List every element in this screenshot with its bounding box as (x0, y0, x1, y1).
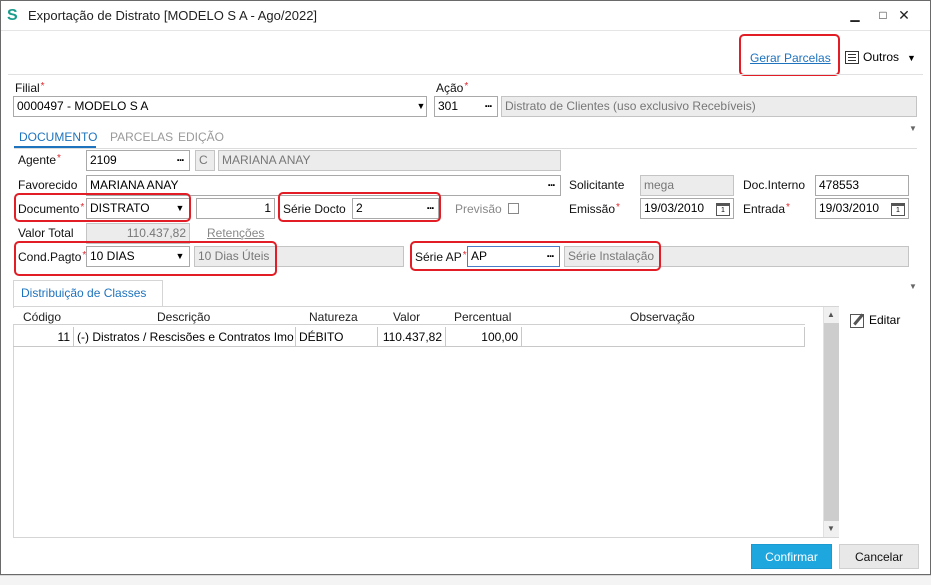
acao-lookup-button[interactable]: ... (478, 96, 498, 117)
solicitante-value: mega (640, 175, 734, 196)
col-natureza[interactable]: Natureza (309, 310, 358, 324)
calendar-icon[interactable]: 1 (891, 203, 905, 216)
acao-code: 301 (438, 99, 459, 113)
serie-ap-label: Série AP* (415, 250, 467, 264)
doc-interno-field[interactable]: 478553 (815, 175, 909, 196)
filial-select[interactable]: 0000497 - MODELO S A (13, 96, 427, 117)
close-button[interactable]: ✕ (889, 4, 919, 26)
edit-icon (850, 313, 864, 328)
entrada-label: Entrada* (743, 202, 790, 216)
collapse-form-icon[interactable]: ▼ (909, 282, 917, 291)
serie-docto-value: 2 (356, 201, 363, 215)
retencoes-link[interactable]: Retenções (207, 226, 264, 240)
agente-lookup-button[interactable]: ... (170, 150, 190, 171)
agente-code: 2109 (90, 153, 117, 167)
tabs-divider (14, 148, 917, 149)
editar-label: Editar (869, 313, 901, 327)
favorecido-label: Favorecido (18, 178, 78, 192)
outros-menu-button[interactable]: Outros ▼ (845, 50, 916, 65)
filial-label: Filial* (15, 81, 45, 95)
valor-total-label: Valor Total (18, 226, 74, 240)
col-valor[interactable]: Valor (393, 310, 420, 324)
filial-value: 0000497 - MODELO S A (17, 99, 149, 113)
previsao-label: Previsão (455, 202, 502, 216)
cell-valor: 110.437,82 (378, 327, 446, 347)
cond-pagto-dropdown-icon[interactable]: ▼ (171, 247, 189, 266)
acao-label: Ação* (436, 81, 469, 95)
scrollbar-thumb[interactable] (824, 323, 839, 521)
confirmar-button[interactable]: Confirmar (751, 544, 832, 569)
cond-pagto-description: 10 Dias Úteis (194, 246, 404, 267)
filial-dropdown-icon[interactable]: ▼ (412, 97, 430, 116)
cell-codigo: 11 (13, 327, 74, 347)
valor-total-value: 110.437,82 (86, 223, 190, 244)
scroll-down-icon[interactable]: ▼ (823, 521, 839, 537)
app-logo-icon: S (7, 7, 18, 24)
cell-observacao (522, 327, 805, 347)
tab-distribuicao-classes[interactable]: Distribuição de Classes (21, 286, 146, 300)
emissao-label: Emissão* (569, 202, 620, 216)
col-codigo[interactable]: Código (23, 310, 61, 324)
editar-button[interactable]: Editar (850, 313, 900, 328)
cell-percentual: 100,00 (446, 327, 522, 347)
gerar-parcelas-link[interactable]: Gerar Parcelas (750, 51, 831, 65)
agente-name: MARIANA ANAY (218, 150, 561, 171)
col-descricao[interactable]: Descrição (157, 310, 210, 324)
tab-edicao[interactable]: EDIÇÃO (178, 130, 224, 144)
cond-pagto-label: Cond.Pagto* (18, 250, 87, 264)
doc-interno-label: Doc.Interno (743, 178, 806, 192)
scroll-up-icon[interactable]: ▲ (823, 307, 839, 323)
favorecido-field[interactable]: MARIANA ANAY (86, 175, 561, 196)
col-observacao[interactable]: Observação (630, 310, 695, 324)
cell-natureza: DÉBITO (296, 327, 378, 347)
col-percentual[interactable]: Percentual (454, 310, 511, 324)
toolbar-divider (8, 74, 923, 75)
favorecido-lookup-button[interactable]: ... (541, 175, 561, 196)
serie-docto-lookup-button[interactable]: ... (420, 198, 440, 219)
favorecido-value: MARIANA ANAY (90, 178, 179, 192)
agente-type: C (195, 150, 215, 171)
background-window-strip (0, 575, 931, 585)
collapse-header-icon[interactable]: ▼ (909, 124, 917, 133)
serie-instalacao: Série Instalação (564, 246, 909, 267)
acao-description: Distrato de Clientes (uso exclusivo Rece… (501, 96, 917, 117)
cell-descricao: (-) Distratos / Rescisões e Contratos Im… (74, 327, 296, 347)
chevron-down-icon: ▼ (907, 53, 916, 63)
tab-parcelas[interactable]: PARCELAS (110, 130, 173, 144)
entrada-value: 19/03/2010 (819, 201, 880, 215)
solicitante-label: Solicitante (569, 178, 625, 192)
minimize-button[interactable]: ▁ (843, 4, 867, 26)
serie-ap-lookup-button[interactable]: ... (540, 246, 560, 267)
previsao-checkbox[interactable] (508, 203, 519, 214)
outros-label: Outros (863, 50, 900, 64)
documento-number: 1 (264, 201, 271, 215)
calendar-icon[interactable]: 1 (716, 203, 730, 216)
window-title: Exportação de Distrato [MODELO S A - Ago… (28, 8, 318, 23)
grid-header: Código Descrição Natureza Valor Percentu… (13, 308, 805, 325)
cancelar-button[interactable]: Cancelar (839, 544, 919, 569)
doc-interno-value: 478553 (819, 178, 860, 192)
emissao-value: 19/03/2010 (644, 201, 705, 215)
table-row[interactable]: 11 (-) Distratos / Rescisões e Contratos… (13, 327, 805, 347)
tab-documento[interactable]: DOCUMENTO (19, 130, 97, 144)
documento-dropdown-icon[interactable]: ▼ (171, 199, 189, 218)
documento-label: Documento* (18, 202, 85, 216)
active-tab-indicator (14, 146, 96, 148)
serie-docto-label: Série Docto (283, 202, 346, 216)
documento-value: DISTRATO (90, 201, 150, 215)
agente-label: Agente* (18, 153, 61, 167)
list-icon (845, 51, 859, 65)
cond-pagto-value: 10 DIAS (90, 249, 135, 263)
serie-ap-value: AP (471, 249, 488, 263)
documento-number-field[interactable]: 1 (196, 198, 275, 219)
